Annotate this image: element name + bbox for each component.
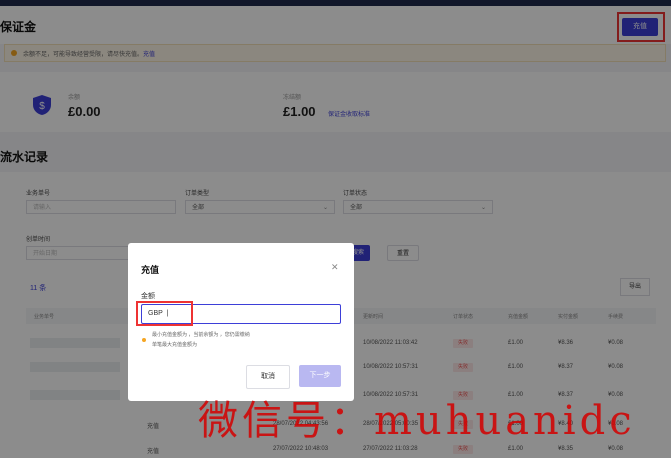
amount-input-highlight (136, 301, 193, 326)
hint-line-1: 最小充值金额为 ，当前余额为 ，您仍需缴纳 (152, 332, 250, 338)
dialog-title: 充值 (141, 265, 160, 275)
cancel-button[interactable]: 取消 (246, 365, 290, 389)
close-icon[interactable]: ✕ (331, 262, 339, 273)
info-icon (142, 338, 146, 342)
amount-label: 金额 (141, 293, 155, 300)
next-button[interactable]: 下一步 (299, 365, 341, 387)
watermark-text: 微信号：muhuanidc (198, 398, 636, 444)
hint-line-2: 单笔最大充值金额为 (152, 342, 198, 348)
